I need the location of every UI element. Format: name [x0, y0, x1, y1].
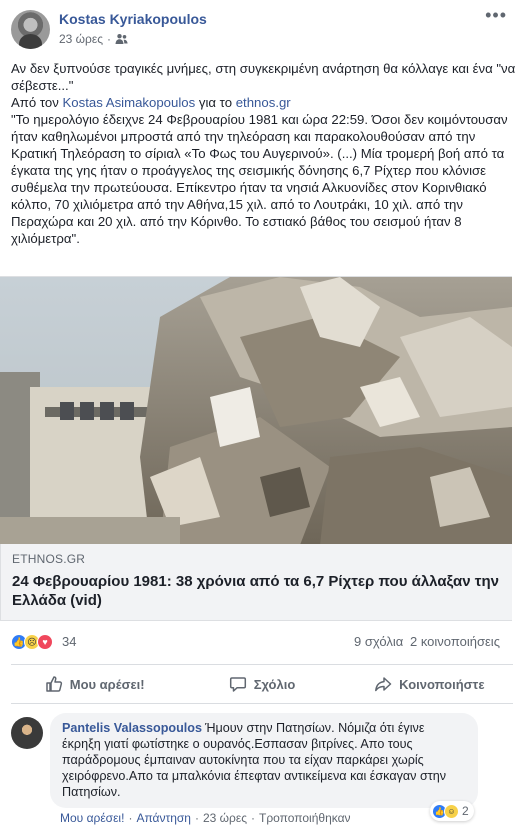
attribution-person-link[interactable]: Kostas Asimakopoulos	[63, 95, 196, 110]
post-quote: "Το ημερολόγιο έδειχνε 24 Φεβρουαρίου 19…	[11, 112, 508, 246]
comment-icon	[229, 677, 246, 692]
separator: ·	[194, 811, 199, 825]
post-attribution: Από τον Kostas Asimakopoulos για το ethn…	[11, 94, 517, 111]
reaction-icons[interactable]: 👍 ☹ ♥	[11, 634, 53, 650]
link-preview[interactable]: ETHNOS.GR 24 Φεβρουαρίου 1981: 38 χρόνια…	[0, 544, 512, 621]
wow-reaction-icon: ☺	[444, 803, 459, 819]
like-button[interactable]: Μου αρέσει!	[11, 665, 178, 703]
reactions-summary: 👍 ☹ ♥ 34 9 σχόλια 2 κοινοποιήσεις	[0, 626, 525, 658]
attribution-prefix: Από τον	[11, 95, 59, 110]
post-intro: Αν δεν ξυπνούσε τραγικές μνήμες, στη συγ…	[11, 61, 516, 93]
comment-timestamp[interactable]: 23 ώρες	[203, 811, 247, 825]
like-button-label: Μου αρέσει!	[69, 676, 145, 692]
share-button-label: Κοινοποιήστε	[399, 676, 485, 692]
post-author-name[interactable]: Kostas Kyriakopoulos	[59, 11, 207, 27]
post-body: Αν δεν ξυπνούσε τραγικές μνήμες, στη συγ…	[11, 60, 517, 247]
post-header: Kostas Kyriakopoulos 23 ώρες · •••	[0, 0, 525, 54]
separator: ·	[128, 811, 133, 825]
comment-edited-label[interactable]: Τροποποιήθηκαν	[259, 811, 351, 825]
attribution-site-link[interactable]: ethnos.gr	[236, 95, 291, 110]
post-actions: Μου αρέσει! Σχόλιο Κοινοποιήστε	[11, 664, 513, 704]
thumbs-up-icon	[45, 676, 62, 692]
commenter-name[interactable]: Pantelis Valassopoulos	[62, 721, 202, 735]
collapsed-building-photo	[0, 277, 512, 544]
reaction-count[interactable]: 34	[62, 634, 76, 649]
separator: ·	[251, 811, 255, 825]
comment-item: Pantelis Valassopoulos Ήμουν στην Πατησίω…	[0, 712, 525, 827]
comment-button[interactable]: Σχόλιο	[178, 665, 345, 703]
comment-reply-link[interactable]: Απάντηση	[136, 811, 191, 825]
link-domain: ETHNOS.GR	[12, 552, 86, 566]
comment-reactions[interactable]: 👍 ☺ 2	[430, 801, 474, 821]
comments-count[interactable]: 9 σχόλια	[354, 634, 403, 649]
post-timestamp[interactable]: 23 ώρες	[59, 32, 103, 46]
link-headline[interactable]: 24 Φεβρουαρίου 1981: 38 χρόνια από τα 6,…	[12, 572, 502, 610]
ellipsis-icon[interactable]: •••	[485, 6, 507, 24]
comment-bubble: Pantelis Valassopoulos Ήμουν στην Πατησίω…	[50, 713, 478, 808]
comment-actions: Μου αρέσει! · Απάντηση · 23 ώρες · Τροπο…	[60, 811, 351, 825]
love-reaction-icon: ♥	[37, 634, 53, 650]
share-button[interactable]: Κοινοποιήστε	[346, 665, 513, 703]
comment-reaction-count: 2	[462, 804, 469, 818]
share-icon	[375, 677, 392, 692]
comment-button-label: Σχόλιο	[253, 676, 296, 692]
post-meta: 23 ώρες ·	[59, 32, 128, 46]
friends-icon[interactable]	[115, 33, 128, 45]
commenter-avatar[interactable]	[11, 717, 43, 749]
post-image[interactable]	[0, 276, 512, 544]
attribution-mid: για το	[198, 95, 233, 110]
author-avatar[interactable]	[11, 10, 50, 49]
shares-count[interactable]: 2 κοινοποιήσεις	[410, 634, 500, 649]
comment-like-link[interactable]: Μου αρέσει!	[60, 811, 124, 825]
